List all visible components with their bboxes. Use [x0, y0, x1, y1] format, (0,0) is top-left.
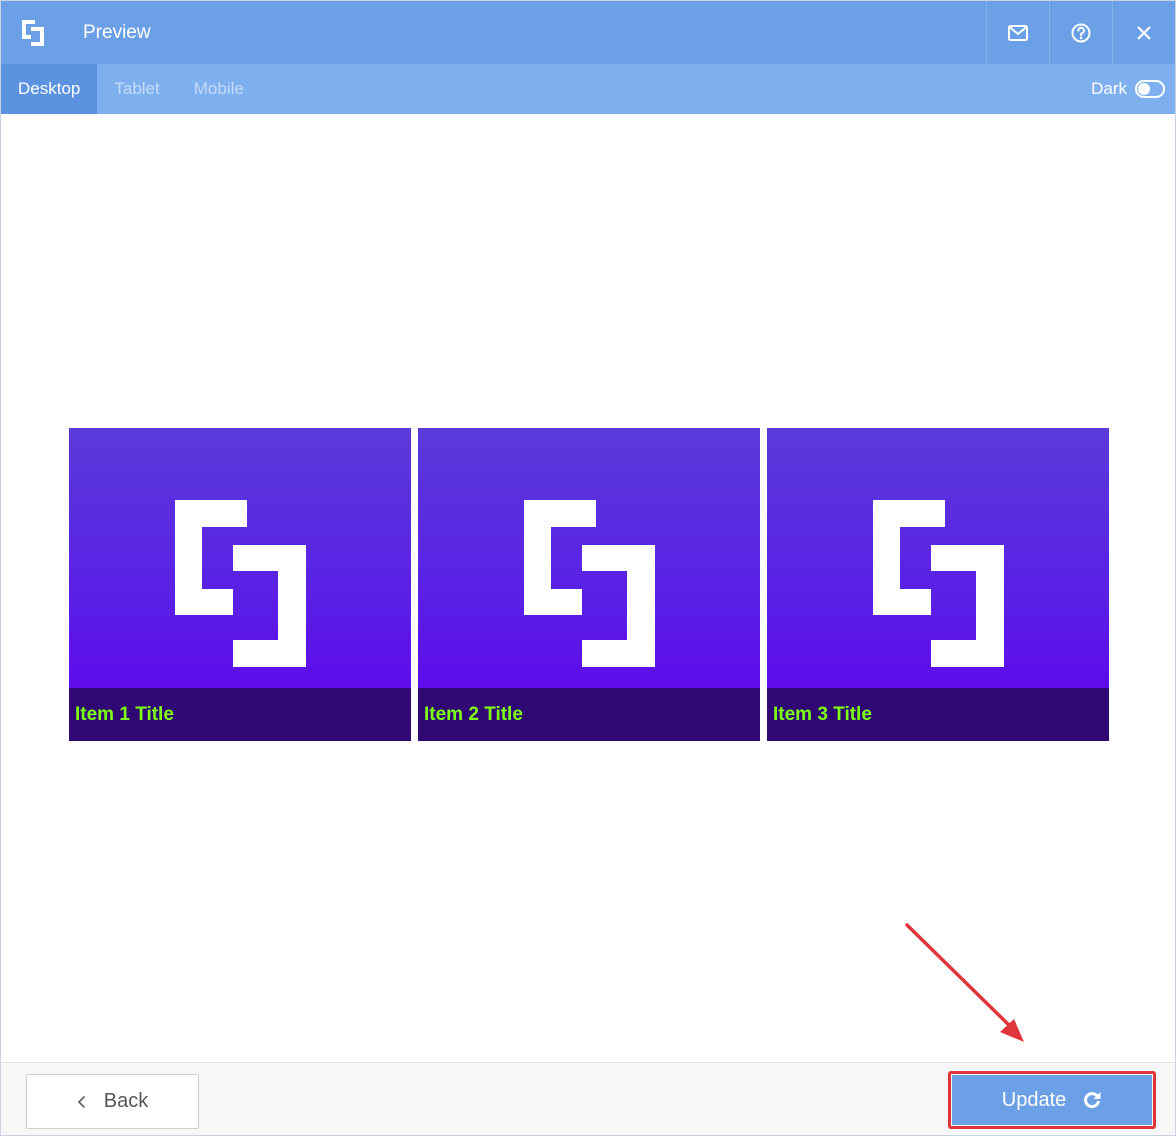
back-button[interactable]: Back — [26, 1074, 199, 1129]
preview-window: Preview Desktop Tablet Mobile Dark Item … — [0, 0, 1176, 1136]
close-button[interactable] — [1112, 1, 1175, 64]
item-title: Item 3 Title — [773, 703, 872, 725]
tab-mobile[interactable]: Mobile — [177, 64, 261, 114]
refresh-icon — [1084, 1092, 1101, 1109]
gallery-item[interactable]: Item 3 Title — [767, 428, 1109, 741]
item-title: Item 1 Title — [75, 703, 174, 725]
close-icon — [1137, 25, 1151, 40]
help-button[interactable] — [1049, 1, 1112, 64]
item-logo-icon — [524, 500, 655, 667]
dark-mode-label: Dark — [1091, 79, 1127, 98]
preview-content: Item 1 Title Item 2 Title Item 3 Title — [1, 114, 1175, 1062]
back-label: Back — [103, 1090, 149, 1112]
chevron-left-icon — [77, 1095, 86, 1109]
gallery: Item 1 Title Item 2 Title Item 3 Title — [69, 428, 1109, 741]
item-logo-icon — [873, 500, 1004, 667]
item-caption: Item 3 Title — [767, 688, 1109, 741]
update-label: Update — [1001, 1088, 1067, 1111]
gallery-item[interactable]: Item 2 Title — [418, 428, 760, 741]
footer-bar: Back Update — [1, 1062, 1175, 1135]
item-caption: Item 1 Title — [69, 688, 411, 741]
title-bar: Preview — [1, 1, 1175, 64]
item-logo-icon — [175, 500, 306, 667]
item-title: Item 2 Title — [424, 703, 523, 725]
tab-desktop[interactable]: Desktop — [1, 64, 98, 114]
dark-mode-control: Dark — [1091, 79, 1175, 99]
gallery-item[interactable]: Item 1 Title — [69, 428, 411, 741]
window-title: Preview — [83, 21, 151, 43]
tab-tablet[interactable]: Tablet — [97, 64, 176, 114]
device-tab-bar: Desktop Tablet Mobile Dark — [1, 64, 1175, 114]
title-actions — [986, 1, 1175, 64]
app-logo-icon — [1, 1, 64, 64]
help-icon — [1071, 23, 1091, 42]
mail-button[interactable] — [986, 1, 1049, 64]
item-caption: Item 2 Title — [418, 688, 760, 741]
update-button[interactable]: Update — [952, 1075, 1152, 1125]
dark-mode-toggle[interactable] — [1135, 80, 1165, 98]
mail-icon — [1008, 24, 1028, 41]
